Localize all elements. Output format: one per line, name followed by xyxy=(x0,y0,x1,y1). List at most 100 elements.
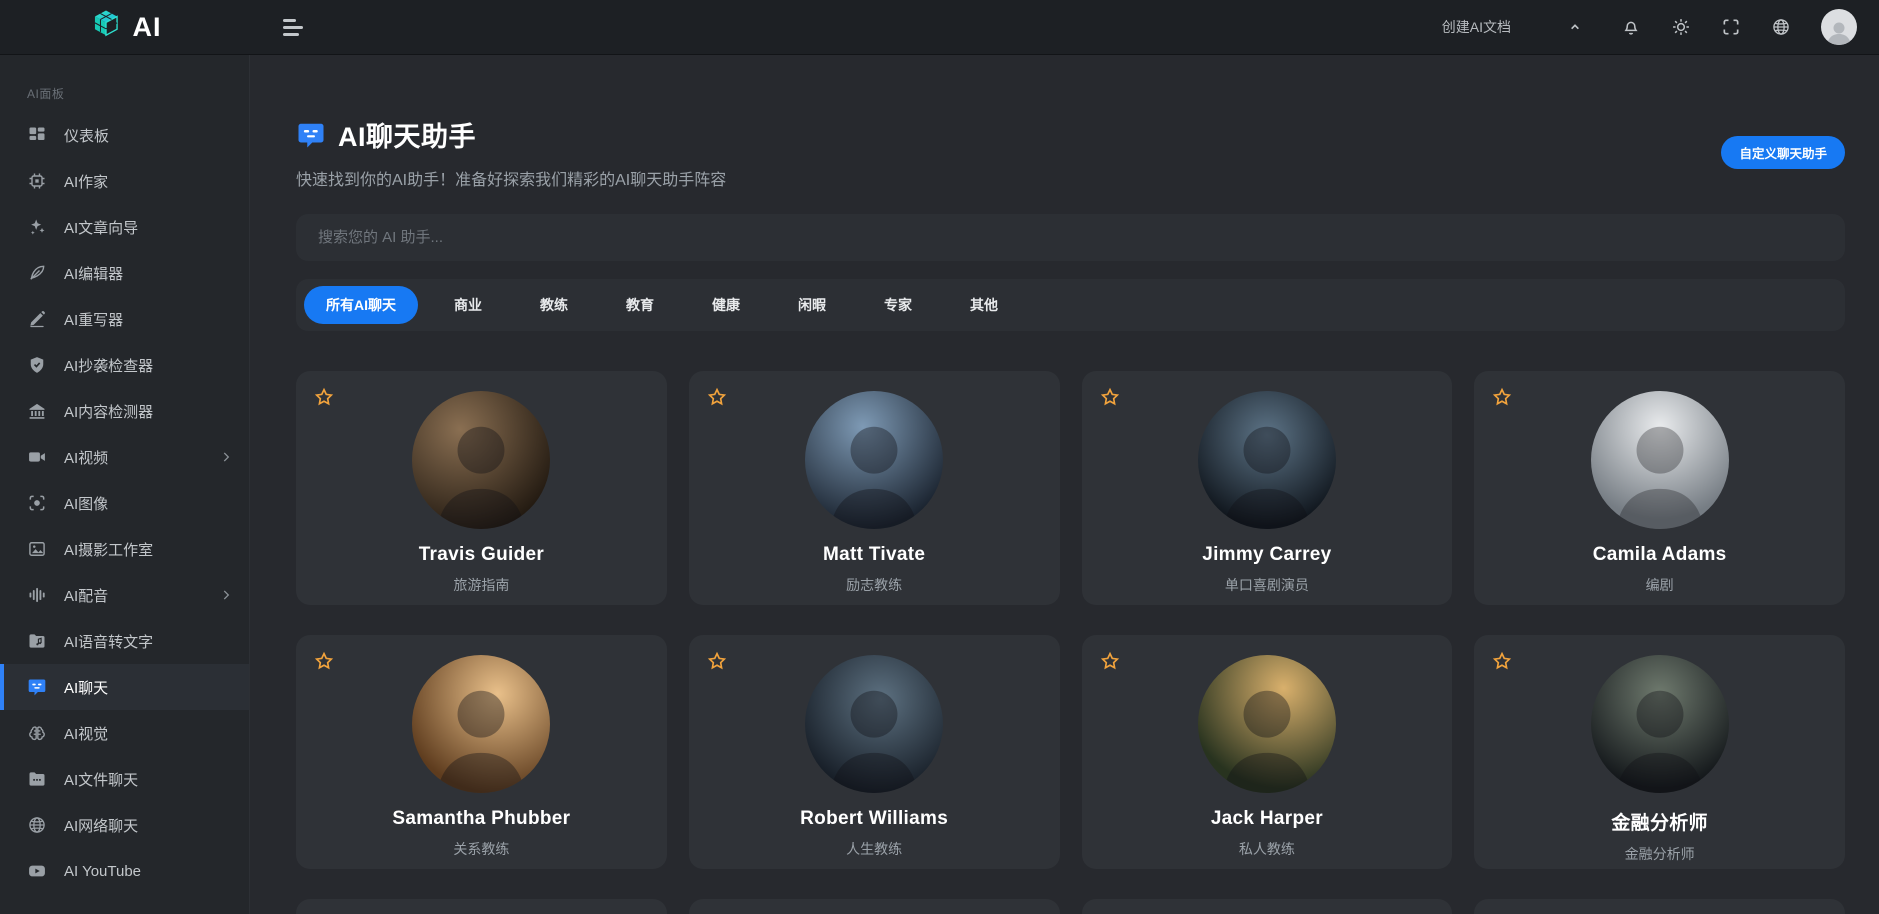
cpu-icon xyxy=(27,171,47,191)
scan-icon xyxy=(27,493,47,513)
sidebar-item-ai-image[interactable]: AI图像 xyxy=(0,480,249,526)
folder-dots-icon xyxy=(27,769,47,789)
dashboard-icon xyxy=(27,125,47,145)
assistant-card[interactable]: 金融分析师 金融分析师 xyxy=(1474,635,1845,869)
sidebar-item-dashboard[interactable]: 仪表板 xyxy=(0,112,249,158)
sidebar-item-ai-plagiarism-checker[interactable]: AI抄袭检查器 xyxy=(0,342,249,388)
assistant-avatar xyxy=(1198,391,1336,529)
globe-icon xyxy=(27,815,47,835)
sidebar-item-label: AI摄影工作室 xyxy=(64,539,153,560)
assistant-card[interactable]: Jack Harper 私人教练 xyxy=(1082,635,1453,869)
globe-icon[interactable] xyxy=(1771,17,1791,37)
sidebar-item-label: AI内容检测器 xyxy=(64,401,153,422)
sidebar-item-ai-voiceover[interactable]: AI配音 xyxy=(0,572,249,618)
tab-health[interactable]: 健康 xyxy=(690,286,762,324)
assistant-name: Travis Guider xyxy=(296,544,667,566)
pencil-icon xyxy=(27,309,47,329)
sidebar-item-ai-video[interactable]: AI视频 xyxy=(0,434,249,480)
youtube-icon xyxy=(27,861,47,881)
favorite-star-icon[interactable] xyxy=(1100,387,1120,407)
sidebar-item-label: AI抄袭检查器 xyxy=(64,355,153,376)
tab-leisure[interactable]: 闲暇 xyxy=(776,286,848,324)
favorite-star-icon[interactable] xyxy=(707,387,727,407)
tab-other[interactable]: 其他 xyxy=(948,286,1020,324)
user-avatar[interactable] xyxy=(1821,9,1857,45)
photo-icon xyxy=(27,539,47,559)
chevron-up-icon[interactable] xyxy=(1565,17,1585,37)
assistant-card-partial[interactable] xyxy=(296,899,667,914)
assistant-role: 金融分析师 xyxy=(1474,844,1845,864)
tab-all-ai-chats[interactable]: 所有AI聊天 xyxy=(304,286,418,324)
page-title: AI聊天助手 xyxy=(338,115,476,154)
favorite-star-icon[interactable] xyxy=(314,387,334,407)
favorite-star-icon[interactable] xyxy=(1492,387,1512,407)
sidebar-item-ai-file-chat[interactable]: AI文件聊天 xyxy=(0,756,249,802)
sidebar-item-ai-content-detector[interactable]: AI内容检测器 xyxy=(0,388,249,434)
sidebar-item-ai-chat[interactable]: AI聊天 xyxy=(0,664,249,710)
chevron-right-icon xyxy=(219,450,233,464)
sidebar-item-label: AI图像 xyxy=(64,493,108,514)
search-input[interactable] xyxy=(296,229,1845,246)
cube-logo-icon xyxy=(89,8,123,47)
assistant-name: Samantha Phubber xyxy=(296,808,667,830)
brain-icon xyxy=(27,723,47,743)
assistant-avatar xyxy=(1591,655,1729,793)
sidebar-item-ai-web-chat[interactable]: AI网络聊天 xyxy=(0,802,249,848)
favorite-star-icon[interactable] xyxy=(1100,651,1120,671)
assistant-card[interactable]: Travis Guider 旅游指南 xyxy=(296,371,667,605)
assistant-name: Robert Williams xyxy=(689,808,1060,830)
video-camera-icon xyxy=(27,447,47,467)
tab-education[interactable]: 教育 xyxy=(604,286,676,324)
sidebar-item-ai-editor[interactable]: AI编辑器 xyxy=(0,250,249,296)
sidebar-item-label: AI网络聊天 xyxy=(64,815,138,836)
menu-toggle-icon[interactable] xyxy=(283,19,303,36)
sidebar-item-ai-article-wizard[interactable]: AI文章向导 xyxy=(0,204,249,250)
favorite-star-icon[interactable] xyxy=(707,651,727,671)
assistant-avatar xyxy=(412,391,550,529)
sidebar-item-label: 仪表板 xyxy=(64,125,109,146)
page-header: AI聊天助手 快速找到你的AI助手！准备好探索我们精彩的AI聊天助手阵容 自定义… xyxy=(296,115,1845,190)
sidebar-item-ai-photo-studio[interactable]: AI摄影工作室 xyxy=(0,526,249,572)
assistant-card-partial[interactable] xyxy=(1082,899,1453,914)
app-logo[interactable]: AI xyxy=(0,8,250,47)
sidebar-item-ai-writer[interactable]: AI作家 xyxy=(0,158,249,204)
assistant-card[interactable]: Samantha Phubber 关系教练 xyxy=(296,635,667,869)
assistant-role: 励志教练 xyxy=(689,575,1060,595)
sidebar-item-label: AI作家 xyxy=(64,171,108,192)
assistant-name: 金融分析师 xyxy=(1474,808,1845,835)
assistant-card[interactable]: Robert Williams 人生教练 xyxy=(689,635,1060,869)
assistant-card-partial[interactable] xyxy=(1474,899,1845,914)
bell-icon[interactable] xyxy=(1621,17,1641,37)
assistant-name: Camila Adams xyxy=(1474,544,1845,566)
chat-bubble-icon xyxy=(27,677,47,697)
assistant-avatar xyxy=(805,391,943,529)
sun-icon[interactable] xyxy=(1671,17,1691,37)
sidebar-item-label: AI聊天 xyxy=(64,677,108,698)
assistant-name: Jack Harper xyxy=(1082,808,1453,830)
folder-music-icon xyxy=(27,631,47,651)
sidebar-item-ai-rewriter[interactable]: AI重写器 xyxy=(0,296,249,342)
tab-coach[interactable]: 教练 xyxy=(518,286,590,324)
assistant-role: 单口喜剧演员 xyxy=(1082,575,1453,595)
assistant-card-partial[interactable] xyxy=(689,899,1060,914)
tab-business[interactable]: 商业 xyxy=(432,286,504,324)
assistant-card[interactable]: Matt Tivate 励志教练 xyxy=(689,371,1060,605)
sparkles-icon xyxy=(27,217,47,237)
sidebar-item-ai-youtube[interactable]: AI YouTube xyxy=(0,848,249,894)
sidebar-item-ai-speech-to-text[interactable]: AI语音转文字 xyxy=(0,618,249,664)
app-window: AI 创建AI文档 xyxy=(0,0,1879,914)
favorite-star-icon[interactable] xyxy=(314,651,334,671)
shield-check-icon xyxy=(27,355,47,375)
assistant-card[interactable]: Jimmy Carrey 单口喜剧演员 xyxy=(1082,371,1453,605)
assistant-card[interactable]: Camila Adams 编剧 xyxy=(1474,371,1845,605)
custom-chat-assistant-button[interactable]: 自定义聊天助手 xyxy=(1721,136,1845,169)
sidebar-item-ai-vision[interactable]: AI视觉 xyxy=(0,710,249,756)
favorite-star-icon[interactable] xyxy=(1492,651,1512,671)
sidebar-item-label: AI文章向导 xyxy=(64,217,138,238)
category-tabs: 所有AI聊天 商业 教练 教育 健康 闲暇 专家 其他 xyxy=(296,279,1845,331)
tab-expert[interactable]: 专家 xyxy=(862,286,934,324)
fullscreen-icon[interactable] xyxy=(1721,17,1741,37)
topbar: AI 创建AI文档 xyxy=(0,0,1879,55)
page-subtitle: 快速找到你的AI助手！准备好探索我们精彩的AI聊天助手阵容 xyxy=(296,166,726,190)
create-ai-doc-button[interactable]: 创建AI文档 xyxy=(1442,17,1511,37)
